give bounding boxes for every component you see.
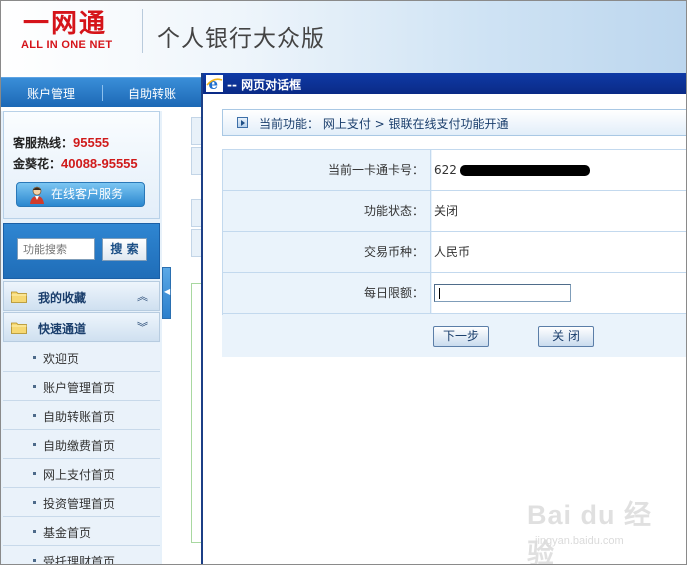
nav-item-account[interactable]: 账户管理 [27,85,75,102]
gold-hotline-label: 金葵花： [13,157,62,171]
hotline-panel: 客服热线：95555 金葵花：40088-95555 在线客户服务 [3,111,160,219]
bullet-icon [33,559,36,562]
card-number-label: 当前一卡通卡号： [223,150,431,190]
status-value: 关闭 [432,191,686,231]
sidebar-item-investment-home[interactable]: 投资管理首页 [3,488,160,517]
daily-limit-label: 每日限额： [223,273,431,313]
bullet-icon [33,414,36,417]
sidebar-item-label: 自助转账首页 [43,410,116,424]
section-quick-access-label: 快速通道 [38,322,87,336]
sidebar-item-transfer-home[interactable]: 自助转账首页 [3,401,160,430]
expand-down-icon: ︾ [137,321,148,334]
status-label: 功能状态： [223,191,431,231]
form-row-status: 功能状态： 关闭 [223,191,686,232]
sidebar-item-label: 欢迎页 [43,352,80,366]
online-service-label: 在线客户服务 [51,187,124,201]
text-caret [439,288,440,299]
bullet-icon [33,501,36,504]
sidebar-item-label: 自助缴费首页 [43,439,116,453]
dialog-button-area: 下一步 关 闭 [222,315,686,357]
web-dialog: e -- 网页对话框 当前功能： 网上支付 > 银联在线支付功能开通 当前一卡通… [201,73,686,564]
sidebar-item-label: 网上支付首页 [43,468,116,482]
sidebar-item-online-pay-home[interactable]: 网上支付首页 [3,459,160,488]
page-title: 个人银行大众版 [157,26,325,52]
currency-value: 人民币 [432,232,686,272]
sidebar-item-payment-home[interactable]: 自助缴费首页 [3,430,160,459]
service-hotline-number: 95555 [73,135,110,150]
sidebar-item-account-home[interactable]: 账户管理首页 [3,372,160,401]
nav-item-transfer[interactable]: 自助转账 [128,85,176,102]
svg-text:e: e [209,75,219,92]
breadcrumb-text: 当前功能： 网上支付 > 银联在线支付功能开通 [259,117,509,131]
sidebar-item-label: 投资管理首页 [43,497,116,511]
card-number-prefix: 622 [434,163,457,177]
function-search-input[interactable] [17,238,95,260]
service-hotline: 客服热线：95555 [13,134,109,151]
top-nav: 账户管理 自助转账 [1,77,201,107]
close-button[interactable]: 关 闭 [538,326,594,347]
section-quick-access[interactable]: 快速通道 ︾ [3,312,160,342]
gold-hotline-number: 40088-95555 [61,156,138,171]
site-header: 一网通 ALL IN ONE NET 个人银行大众版 [1,1,686,75]
card-number-value: 622 [432,150,686,190]
section-favorites-label: 我的收藏 [38,291,87,305]
screen-frame: 一网通 ALL IN ONE NET 个人银行大众版 账户管理 自助转账 客服热… [0,0,687,565]
section-favorites[interactable]: 我的收藏 ︽ [3,281,160,311]
search-button[interactable]: 搜 索 [102,238,147,261]
form-row-card-number: 当前一卡通卡号： 622 [223,150,686,191]
sidebar-item-label: 账户管理首页 [43,381,116,395]
breadcrumb: 当前功能： 网上支付 > 银联在线支付功能开通 [222,109,686,136]
sidebar: 客服热线：95555 金葵花：40088-95555 在线客户服务 搜 索 [1,111,162,565]
watermark-sub: jingyan.baidu.com [535,535,624,547]
logo-subtext: ALL IN ONE NET [21,39,113,51]
watermark-main: Bai du 经验 [527,500,653,565]
redaction-mark [460,165,590,176]
next-button[interactable]: 下一步 [433,326,489,347]
bullet-icon [33,530,36,533]
folder-icon [11,322,27,334]
sidebar-item-label: 受托理财首页 [43,555,116,565]
sidebar-item-welcome[interactable]: 欢迎页 [3,343,160,372]
customer-service-icon [30,186,44,204]
dialog-title: -- 网页对话框 [227,78,302,92]
collapse-up-icon: ︽ [137,290,148,303]
gold-hotline: 金葵花：40088-95555 [13,155,138,172]
function-search: 搜 索 [3,223,160,279]
form-row-daily-limit: 每日限额： [223,273,686,314]
sidebar-item-label: 基金首页 [43,526,92,540]
sidebar-collapse-handle[interactable]: ◀ [162,267,171,319]
daily-limit-cell [432,273,686,313]
nav-divider [102,85,103,101]
play-arrow-icon [237,117,248,128]
sidebar-item-fund-home[interactable]: 基金首页 [3,517,160,546]
logo-text: 一网通 [23,9,108,39]
header-divider [142,9,143,53]
form-row-currency: 交易币种： 人民币 [223,232,686,273]
bullet-icon [33,443,36,446]
dialog-titlebar[interactable]: e -- 网页对话框 [203,73,686,94]
bullet-icon [33,385,36,388]
sidebar-item-trust-home[interactable]: 受托理财首页 [3,546,160,565]
service-hotline-label: 客服热线： [13,136,74,150]
folder-icon [11,291,27,303]
bullet-icon [33,356,36,359]
daily-limit-input[interactable] [434,284,571,302]
currency-label: 交易币种： [223,232,431,272]
ie-icon: e [206,75,223,92]
brand-logo: 一网通 ALL IN ONE NET [19,9,131,53]
online-service-button[interactable]: 在线客户服务 [16,182,145,207]
bullet-icon [33,472,36,475]
collapse-left-icon: ◀ [164,287,171,296]
watermark: Bai du 经验 jingyan.baidu.com [527,493,677,564]
